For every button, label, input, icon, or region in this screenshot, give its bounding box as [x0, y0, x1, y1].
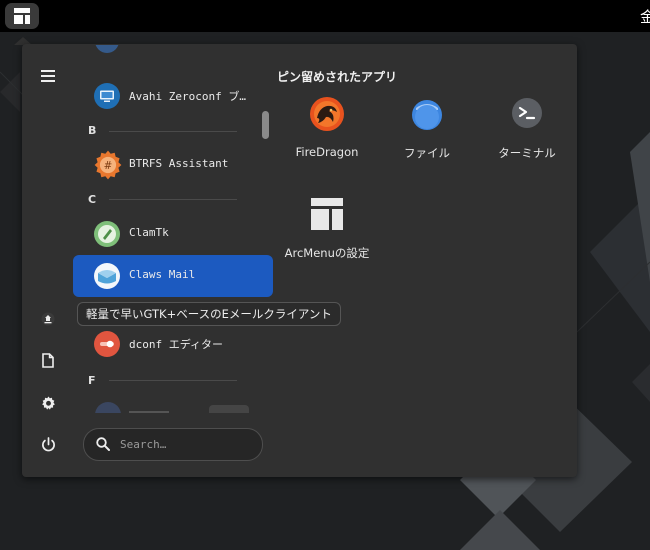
pinned-app-firedragon[interactable]: FireDragon [279, 96, 375, 176]
partial-badge [209, 405, 249, 413]
files-icon [412, 100, 442, 130]
category-header-c: C [88, 193, 97, 206]
pinned-app-label: ArcMenuの設定 [284, 246, 370, 260]
category-divider [109, 199, 237, 200]
pinned-app-files[interactable]: ファイル [379, 96, 475, 176]
search-icon [96, 437, 110, 451]
btrfs-assistant-icon: # [94, 150, 122, 180]
category-header-f: F [88, 374, 96, 387]
claws-mail-icon [94, 263, 120, 289]
firedragon-icon [310, 97, 344, 131]
hamburger-icon[interactable] [38, 66, 58, 86]
partial-app-label [129, 411, 169, 413]
app-list-scrollbar[interactable] [262, 111, 269, 139]
app-label: dconf エディター [129, 338, 223, 351]
app-item-btrfs-assistant[interactable]: # BTRFS Assistant [73, 144, 273, 186]
search-input[interactable] [120, 435, 250, 453]
partial-app-icon [95, 402, 121, 413]
terminal-icon [512, 98, 542, 128]
partial-app-icon [95, 45, 119, 53]
clamtk-icon [94, 221, 120, 247]
search-box[interactable] [83, 428, 263, 461]
app-tooltip: 軽量で早いGTK+ベースのEメールクライアント [77, 302, 341, 326]
arcmenu-icon [14, 8, 30, 24]
pinned-app-label: FireDragon [295, 145, 359, 159]
power-icon[interactable] [38, 434, 58, 454]
home-icon[interactable] [38, 309, 58, 329]
app-label: BTRFS Assistant [129, 157, 229, 170]
svg-text:#: # [104, 160, 113, 172]
app-list[interactable]: Avahi Zeroconf ブ… B # BTRFS Assistant C … [73, 45, 273, 413]
app-item-clamtk[interactable]: ClamTk [73, 213, 273, 255]
pinned-app-arcmenu-settings[interactable]: ArcMenuの設定 [279, 196, 375, 276]
app-item-avahi[interactable]: Avahi Zeroconf ブ… [73, 75, 273, 117]
category-divider [109, 131, 237, 132]
pinned-app-terminal[interactable]: ターミナル [479, 96, 575, 176]
arcmenu-settings-icon [311, 198, 343, 230]
avahi-icon [94, 83, 120, 109]
arcmenu-button[interactable] [5, 3, 39, 29]
app-label: Claws Mail [129, 268, 196, 281]
pinned-app-label: ターミナル [498, 146, 556, 160]
app-item-dconf-editor[interactable]: dconf エディター [73, 323, 273, 365]
category-divider [109, 380, 237, 381]
category-header-b: B [88, 124, 97, 137]
settings-icon[interactable] [38, 393, 58, 413]
pinned-apps-title: ピン留めされたアプリ [277, 70, 398, 84]
top-panel: 金 [0, 0, 650, 32]
app-label: ClamTk [129, 226, 169, 239]
dconf-editor-icon [94, 331, 120, 357]
clock-label[interactable]: 金 [640, 6, 650, 27]
app-label: Avahi Zeroconf ブ… [129, 90, 246, 103]
pinned-app-label: ファイル [404, 146, 450, 160]
app-item-claws-mail[interactable]: Claws Mail [73, 255, 273, 297]
documents-icon[interactable] [38, 350, 58, 370]
